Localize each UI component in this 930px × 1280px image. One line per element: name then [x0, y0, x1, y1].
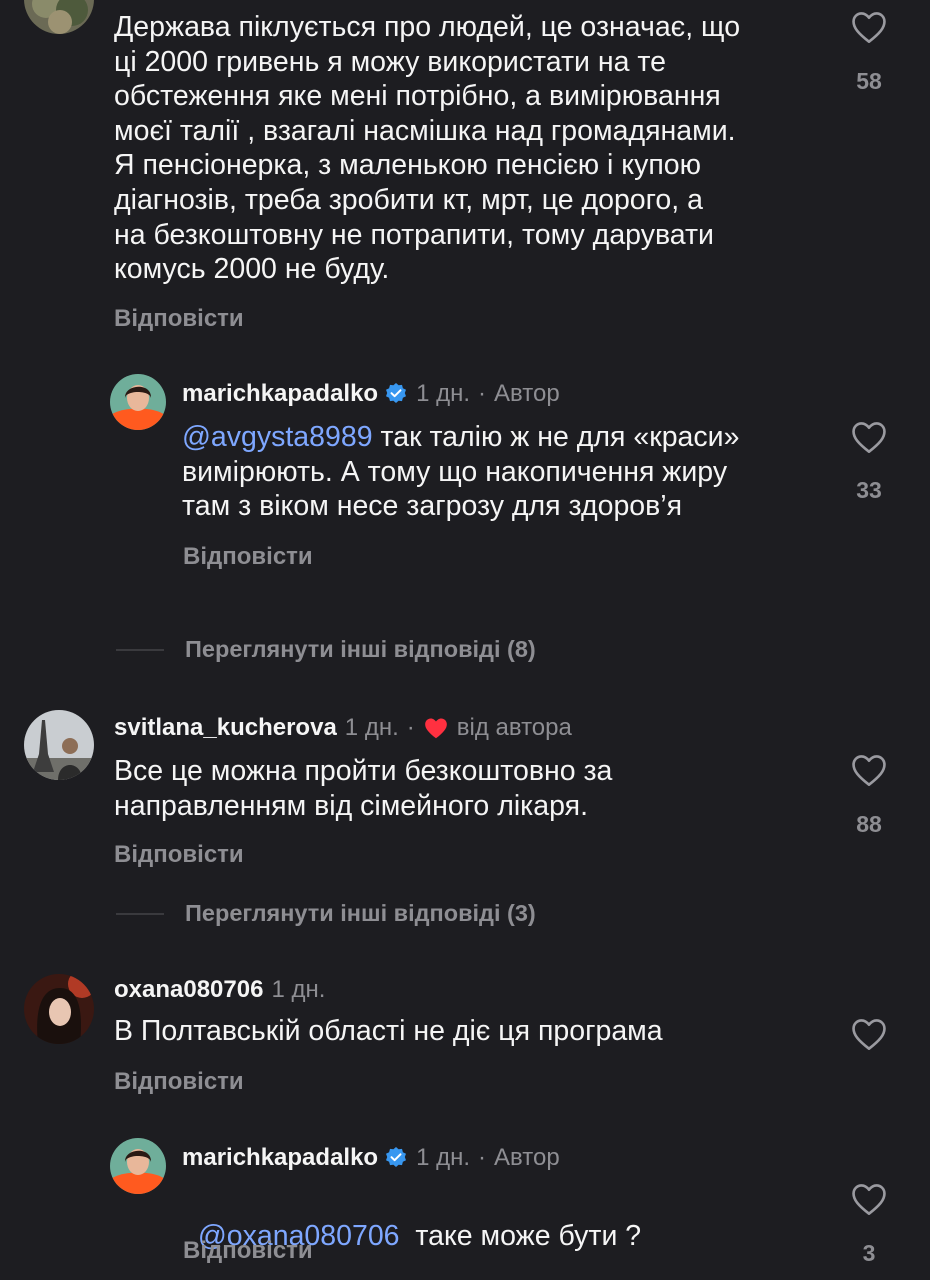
comment-text-line: ці 2000 гривень я можу використати на те [114, 45, 666, 78]
comment-text-line: вимірюють. А тому що накопичення жиру [182, 455, 728, 488]
divider [116, 649, 164, 651]
like-count: 33 [856, 477, 882, 503]
heart-icon[interactable] [850, 10, 888, 44]
comment-text-line: В Полтавській області не діє ця програма [114, 1015, 663, 1047]
like-count: 58 [856, 68, 882, 94]
view-more-replies-button[interactable]: Переглянути інші відповіді (3) [185, 900, 536, 927]
verified-badge-icon [386, 1147, 407, 1167]
like-button[interactable] [850, 753, 888, 792]
avatar[interactable] [110, 374, 166, 430]
comment-text-line: на безкоштовну не потрапити, тому дарува… [114, 218, 714, 251]
divider [116, 913, 164, 915]
comment-text: Держава піклується про людей, це означає… [114, 10, 740, 287]
avatar[interactable] [24, 974, 94, 1044]
like-button[interactable] [850, 1182, 888, 1221]
comment-text-line: Я пенсіонерка, з маленькою пенсією і куп… [114, 149, 701, 182]
comment-text-line: моєї талії , взагалі насмішка над громад… [114, 114, 736, 147]
username[interactable]: svitlana_kucherova [114, 714, 337, 742]
reply-button[interactable]: Відповісти [183, 543, 313, 571]
reply-button[interactable]: Відповісти [183, 1237, 313, 1265]
comment-text-line: Все це можна пройти безкоштовно за [114, 755, 613, 787]
reply-button[interactable]: Відповісти [114, 841, 244, 869]
like-button[interactable] [850, 420, 888, 459]
comment-header: svitlana_kucherova 1 дн. · від автора [114, 714, 572, 742]
author-label: Автор [494, 1144, 560, 1171]
avatar[interactable] [110, 1138, 166, 1194]
timestamp: 1 дн. [271, 976, 326, 1003]
username[interactable]: oxana080706 [114, 976, 263, 1004]
reply-button[interactable]: Відповісти [114, 1068, 244, 1096]
heart-icon[interactable] [850, 1017, 888, 1051]
username[interactable]: marichkapadalko [182, 1144, 378, 1172]
comment-text-line: діагнозів, треба зробити кт, мрт, це дор… [114, 183, 703, 216]
reply-button[interactable]: Відповісти [114, 305, 244, 333]
comment-header: oxana080706 1 дн. [114, 976, 325, 1004]
comment-text-line: комусь 2000 не буду. [114, 253, 390, 286]
liked-by-author-label: від автора [456, 714, 572, 741]
comment-text: Все це можна пройти безкоштовно за напра… [114, 754, 612, 823]
like-button[interactable] [850, 10, 888, 49]
heart-icon[interactable] [850, 753, 888, 787]
comment-text-line: обстеження яке мені потрібно, а вимірюва… [114, 80, 721, 113]
separator: · [478, 1144, 487, 1171]
like-count: 3 [862, 1240, 876, 1266]
timestamp: 1 дн. [416, 380, 471, 407]
verified-badge-icon [386, 383, 407, 403]
avatar[interactable] [24, 0, 94, 34]
view-more-replies-button[interactable]: Переглянути інші відповіді (8) [185, 636, 536, 663]
author-label: Автор [494, 380, 560, 407]
separator: · [406, 714, 415, 741]
comment-header: marichkapadalko 1 дн. · Автор [182, 380, 560, 408]
like-button[interactable] [850, 1017, 888, 1056]
timestamp: 1 дн. [416, 1144, 471, 1171]
timestamp: 1 дн. [344, 714, 399, 741]
comment-text-part: таке може бути ? [399, 1219, 642, 1252]
username[interactable]: marichkapadalko [182, 380, 378, 408]
red-heart-icon [424, 718, 447, 739]
comment-header: marichkapadalko 1 дн. · Автор [182, 1144, 560, 1172]
comment-text-line: Держава піклується про людей, це означає… [114, 11, 741, 43]
mention-link[interactable]: @avgysta8989 [182, 421, 373, 453]
heart-icon[interactable] [850, 1182, 888, 1216]
comment-text-part: так талію ж не для «краси» [372, 421, 740, 453]
avatar[interactable] [24, 710, 94, 780]
comment-text: В Полтавській області не діє ця програма [114, 1014, 663, 1049]
comment-text: @avgysta8989 так талію ж не для «краси» … [182, 420, 739, 524]
comment-text-line: направленням від сімейного лікаря. [114, 789, 588, 822]
heart-icon[interactable] [850, 420, 888, 454]
separator: · [478, 380, 487, 407]
comment-text-line: там з віком несе загрозу для здоров’я [182, 490, 683, 523]
like-count: 88 [856, 811, 882, 837]
